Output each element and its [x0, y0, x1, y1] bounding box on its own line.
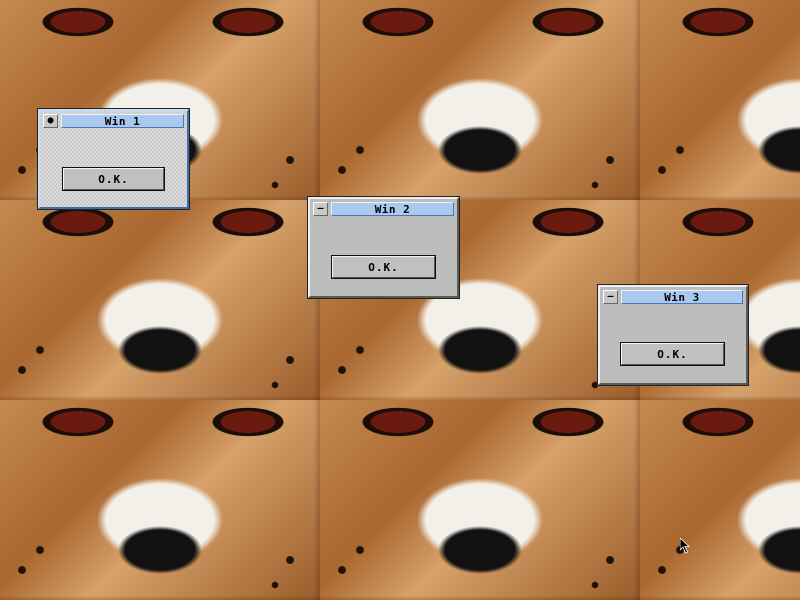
window-2-title: Win 2	[331, 202, 454, 216]
ok-button-label: O.K.	[368, 260, 399, 274]
ok-button[interactable]: O.K.	[331, 255, 436, 279]
window-3-title: Win 3	[621, 290, 743, 304]
window-3[interactable]: — Win 3 O.K.	[597, 284, 749, 386]
window-1[interactable]: ● Win 1 O.K.	[37, 108, 190, 210]
ok-button-label: O.K.	[98, 172, 129, 186]
close-icon[interactable]: —	[603, 290, 618, 304]
close-symbol: ●	[47, 115, 54, 126]
arrow-pointer-icon	[680, 538, 691, 554]
close-symbol: —	[317, 203, 324, 214]
window-1-titlebar[interactable]: ● Win 1	[43, 114, 184, 128]
close-symbol: —	[607, 291, 614, 302]
close-icon[interactable]: —	[313, 202, 328, 216]
window-2[interactable]: — Win 2 O.K.	[307, 196, 460, 299]
close-icon[interactable]: ●	[43, 114, 58, 128]
desktop-wallpaper: ● Win 1 O.K. — Win 2 O.K. — Win 3 O.K.	[0, 0, 800, 600]
window-3-titlebar[interactable]: — Win 3	[603, 290, 743, 304]
ok-button[interactable]: O.K.	[620, 342, 725, 366]
ok-button-label: O.K.	[657, 347, 688, 361]
ok-button[interactable]: O.K.	[62, 167, 165, 191]
window-2-titlebar[interactable]: — Win 2	[313, 202, 454, 216]
window-1-title: Win 1	[61, 114, 184, 128]
